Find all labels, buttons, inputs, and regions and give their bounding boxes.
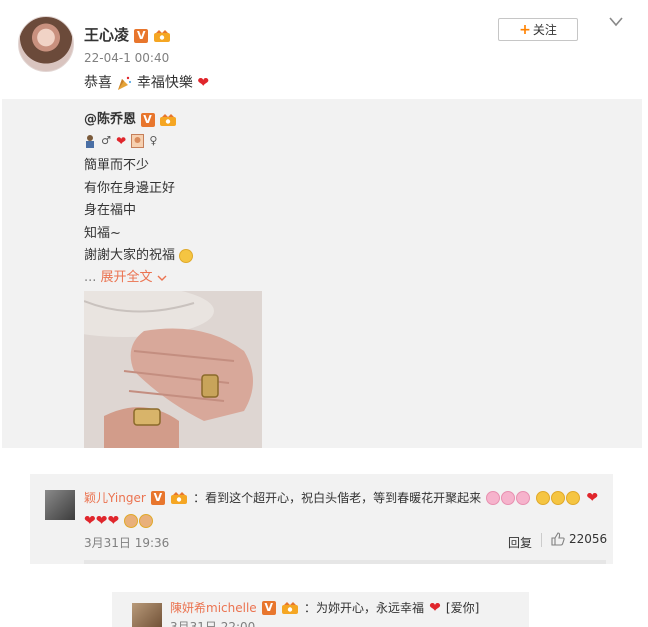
comment-text: ：为妳开心，永远幸福	[303, 601, 424, 615]
heart-icon: ❤	[197, 75, 210, 91]
blush-face-icon	[179, 248, 194, 263]
pig-icon	[501, 490, 516, 505]
commenter-name[interactable]: 陳妍希michelle	[170, 601, 257, 615]
repost-line-5: 謝謝大家的祝福	[84, 244, 194, 263]
heart-icon: ❤	[116, 133, 127, 148]
follow-button[interactable]: + 关注	[498, 18, 578, 41]
post-text-suffix: 幸福快樂	[136, 75, 193, 91]
verified-icon: V	[261, 600, 276, 615]
vip-crown-icon	[170, 491, 187, 504]
kiss-face-icon	[551, 490, 566, 505]
repost-photo[interactable]	[84, 291, 262, 448]
vip-crown-icon	[160, 113, 177, 126]
comment-body: 陳妍希michelle V ：为妳开心，永远幸福 ❤ [爱你]	[170, 598, 479, 617]
chevron-down-icon[interactable]	[608, 16, 624, 28]
author-avatar[interactable]	[18, 16, 74, 72]
vip-crown-icon	[281, 601, 298, 614]
post-text-prefix: 恭喜	[84, 75, 112, 91]
repost-line-4: 知福~	[84, 226, 121, 241]
emoji-row: ♂ ❤ ♀	[84, 130, 158, 148]
comment-separator	[84, 560, 606, 564]
commenter-avatar[interactable]	[45, 490, 75, 520]
repost-line-3: 身在福中	[84, 203, 137, 218]
kiss-face-icon	[536, 490, 551, 505]
heart-icon: ❤	[429, 600, 441, 616]
post-time[interactable]: 22-04-1 00:40	[84, 51, 169, 65]
expand-label: 展开全文	[100, 270, 153, 285]
commenter-name[interactable]: 颖儿Yinger	[84, 491, 146, 505]
verified-icon: V	[134, 28, 149, 43]
commenter-avatar[interactable]	[132, 603, 162, 627]
divider	[541, 533, 542, 547]
kiss-face-icon	[566, 490, 581, 505]
ring-hands-photo	[84, 291, 262, 448]
like-count: 22056	[569, 532, 608, 546]
female-symbol-icon: ♀	[149, 134, 158, 147]
like-button[interactable]: 22056	[551, 532, 607, 546]
expand-full-text-link[interactable]: ... 展开全文	[84, 266, 167, 285]
repost-header: @陈乔恩 V	[84, 108, 177, 127]
comment-text-suffix: [爱你]	[445, 601, 480, 615]
heart-icon: ❤	[95, 513, 108, 529]
party-popper-icon	[118, 76, 132, 90]
comment-time: 3月31日 22:00	[170, 620, 256, 627]
repost-line-2: 有你在身邊正好	[84, 181, 176, 196]
plus-icon: +	[519, 21, 531, 38]
heart-icon: ❤	[586, 490, 599, 506]
woman-icon	[131, 133, 145, 148]
comment-body: 颖儿Yinger V ：看到这个超开心，祝白头偕老，等到春暖花开聚起来 ❤ ❤❤…	[84, 486, 604, 532]
couple-icon	[124, 513, 139, 528]
author-name[interactable]: 王心凌	[84, 26, 129, 44]
pig-icon	[516, 490, 531, 505]
vip-crown-icon	[154, 29, 171, 42]
comment-time: 3月31日 19:36	[84, 536, 170, 550]
couple-icon	[139, 513, 154, 528]
male-symbol-icon: ♂	[101, 134, 111, 147]
pig-icon	[486, 490, 501, 505]
verified-icon: V	[150, 490, 165, 505]
chevron-down-icon	[157, 275, 167, 281]
comment-text: ：看到这个超开心，祝白头偕老，等到春暖花开聚起来	[193, 491, 482, 505]
thumbs-up-icon	[551, 532, 565, 546]
author-header: 王心凌 V	[84, 24, 171, 45]
post-text: 恭喜 幸福快樂 ❤	[84, 72, 209, 92]
heart-icon: ❤	[84, 513, 96, 529]
repost-line-1: 簡單而不少	[84, 158, 150, 173]
man-icon	[86, 134, 94, 148]
verified-icon: V	[140, 112, 155, 127]
repost-line-5-text: 謝謝大家的祝福	[84, 248, 176, 263]
follow-label: 关注	[532, 23, 557, 37]
heart-icon: ❤	[107, 513, 120, 529]
expand-ellipsis: ...	[84, 270, 97, 285]
repost-author-name[interactable]: @陈乔恩	[84, 112, 136, 127]
reply-button[interactable]: 回复	[508, 534, 532, 551]
